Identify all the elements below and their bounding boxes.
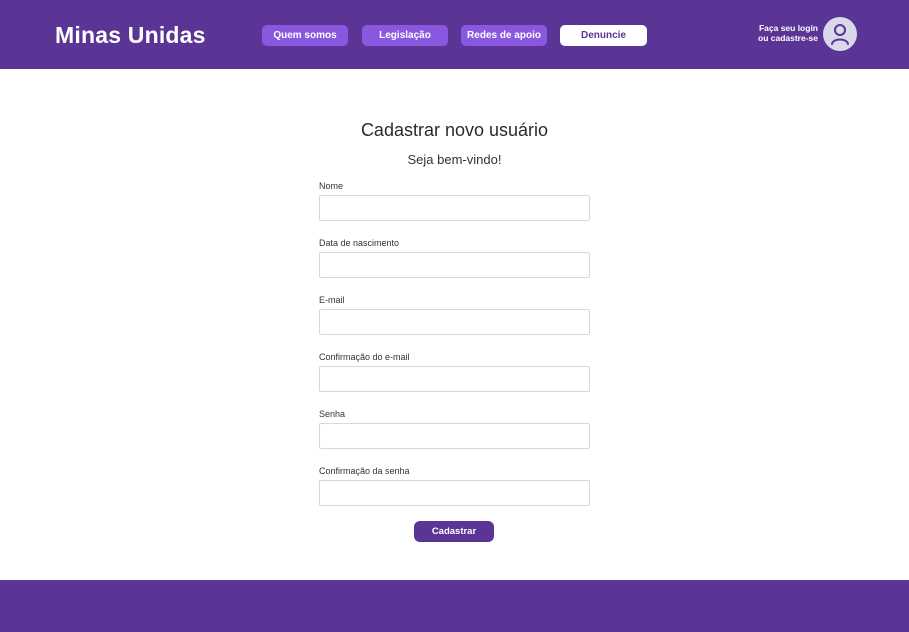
nav-button-denuncie[interactable]: Denuncie	[560, 25, 647, 46]
login-link[interactable]: Faça seu login ou cadastre-se	[758, 23, 818, 43]
top-header: Minas Unidas Quem somos Legislação Redes…	[0, 0, 909, 69]
login-text-line2: ou cadastre-se	[758, 33, 818, 43]
page-title: Cadastrar novo usuário	[360, 120, 549, 140]
user-icon	[831, 24, 849, 45]
login-text-line1: Faça seu login	[758, 23, 818, 33]
email-label: E-mail	[319, 295, 345, 305]
data-nascimento-input[interactable]	[319, 252, 590, 278]
senha-confirm-input[interactable]	[319, 480, 590, 506]
email-input[interactable]	[319, 309, 590, 335]
avatar[interactable]	[823, 17, 857, 51]
senha-confirm-label: Confirmação da senha	[319, 466, 410, 476]
nav-button-redes-de-apoio[interactable]: Redes de apoio	[461, 25, 547, 46]
page-subtitle: Seja bem-vindo!	[407, 152, 502, 167]
nome-label: Nome	[319, 181, 344, 191]
brand-logo-text[interactable]: Minas Unidas	[55, 22, 206, 49]
email-confirm-label: Confirmação do e-mail	[319, 352, 410, 362]
email-confirm-input[interactable]	[319, 366, 590, 392]
nav-button-quem-somos[interactable]: Quem somos	[262, 25, 348, 46]
data-nascimento-label: Data de nascimento	[319, 238, 400, 248]
cadastrar-button[interactable]: Cadastrar	[414, 521, 494, 542]
footer	[0, 580, 909, 632]
nome-input[interactable]	[319, 195, 590, 221]
senha-input[interactable]	[319, 423, 590, 449]
senha-label: Senha	[319, 409, 346, 419]
nav-button-legislacao[interactable]: Legislação	[362, 25, 448, 46]
